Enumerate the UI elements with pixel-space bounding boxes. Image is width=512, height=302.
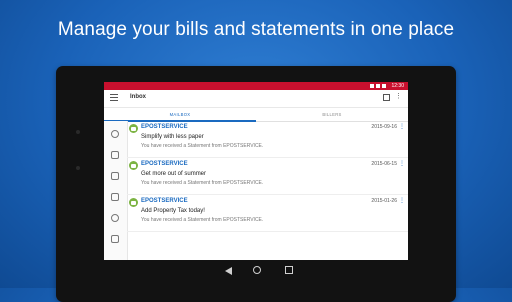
message-date: 2015-06-15 (371, 161, 397, 167)
select-icon[interactable] (383, 94, 390, 101)
message-menu-icon[interactable]: ⋮ (399, 161, 405, 167)
message-menu-icon[interactable]: ⋮ (399, 198, 405, 204)
calendar-check-icon[interactable] (111, 172, 119, 180)
message-preview: You have received a Statement from EPOST… (141, 217, 264, 223)
target-icon[interactable] (111, 130, 119, 138)
sender-avatar-icon (129, 161, 138, 170)
tab-billers[interactable]: BILLERS (256, 108, 408, 122)
tab-bar: MAILBOX BILLERS (104, 108, 408, 122)
nav-rail (104, 121, 128, 260)
message-sender: EPOSTSERVICE (141, 198, 188, 204)
status-time: 12:30 (391, 83, 404, 89)
message-sender: EPOSTSERVICE (141, 161, 188, 167)
app-screen: 12:30 Inbox ⋮ MAILBOX BILLERS EPOSTSERVI… (104, 82, 408, 260)
more-vertical-icon[interactable]: ⋮ (395, 93, 402, 100)
status-bar: 12:30 (104, 82, 408, 90)
message-date: 2015-09-16 (371, 124, 397, 130)
tablet-frame: 12:30 Inbox ⋮ MAILBOX BILLERS EPOSTSERVI… (56, 66, 456, 302)
message-preview: You have received a Statement from EPOST… (141, 180, 264, 186)
message-list: EPOSTSERVICE 2015-09-16 ⋮ Simplify with … (127, 121, 408, 232)
truck-icon[interactable] (111, 193, 119, 201)
wifi-icon (370, 84, 374, 88)
document-icon[interactable] (111, 151, 119, 159)
file-gear-icon[interactable] (111, 235, 119, 243)
message-date: 2015-01-26 (371, 198, 397, 204)
message-menu-icon[interactable]: ⋮ (399, 124, 405, 130)
message-item[interactable]: EPOSTSERVICE 2015-09-16 ⋮ Simplify with … (127, 121, 408, 158)
message-subject: Simplify with less paper (141, 134, 204, 140)
sender-avatar-icon (129, 198, 138, 207)
camera-dot (76, 130, 80, 134)
toolbar-title: Inbox (130, 94, 146, 100)
battery-icon (382, 84, 386, 88)
status-icons (370, 84, 386, 88)
back-icon[interactable] (225, 267, 232, 275)
headline: Manage your bills and statements in one … (57, 19, 455, 40)
sensor-dot (76, 166, 80, 170)
message-subject: Get more out of summer (141, 171, 207, 177)
signal-icon (376, 84, 380, 88)
message-item[interactable]: EPOSTSERVICE 2015-01-26 ⋮ Add Property T… (127, 195, 408, 232)
sync-icon[interactable] (111, 214, 119, 222)
system-nav-bar (56, 262, 456, 280)
hamburger-icon[interactable] (110, 94, 118, 102)
app-toolbar: Inbox ⋮ (104, 90, 408, 108)
message-preview: You have received a Statement from EPOST… (141, 143, 264, 149)
home-icon[interactable] (253, 266, 261, 274)
recent-apps-icon[interactable] (285, 266, 293, 274)
message-sender: EPOSTSERVICE (141, 124, 188, 130)
message-item[interactable]: EPOSTSERVICE 2015-06-15 ⋮ Get more out o… (127, 158, 408, 195)
message-subject: Add Property Tax today! (141, 208, 205, 214)
sender-avatar-icon (129, 124, 138, 133)
